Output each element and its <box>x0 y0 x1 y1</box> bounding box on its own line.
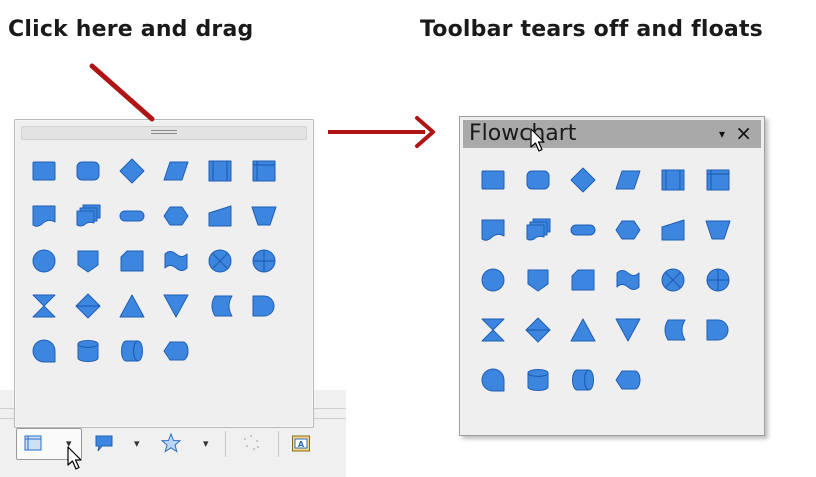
flowchart-direct-access-storage-icon[interactable] <box>570 367 615 417</box>
flowchart-data-icon[interactable] <box>163 158 207 203</box>
flowchart-extract-icon[interactable] <box>119 293 163 338</box>
flowchart-multidocument-icon[interactable] <box>75 203 119 248</box>
flowchart-sort-icon[interactable] <box>525 317 570 367</box>
flowchart-manual-input-icon[interactable] <box>660 217 705 267</box>
flowchart-terminator-icon[interactable] <box>119 203 163 248</box>
flowchart-internal-storage-icon[interactable] <box>251 158 295 203</box>
flowchart-punched-tape-icon[interactable] <box>163 248 207 293</box>
flowchart-summing-junction-icon[interactable] <box>660 267 705 317</box>
flowchart-decision-icon[interactable] <box>119 158 163 203</box>
flowchart-card-icon[interactable] <box>570 267 615 317</box>
flowchart-delay-icon[interactable] <box>705 317 750 367</box>
grip-icon <box>151 130 177 136</box>
close-button[interactable]: × <box>735 121 752 145</box>
flowchart-or-icon[interactable] <box>705 267 750 317</box>
flowchart-summing-junction-icon[interactable] <box>207 248 251 293</box>
caption-tears-off: Toolbar tears off and floats <box>420 17 763 42</box>
flowchart-predefined-process-icon[interactable] <box>660 167 705 217</box>
flowchart-magnetic-disc-icon[interactable] <box>75 338 119 383</box>
flowchart-process-icon[interactable] <box>31 158 75 203</box>
flowchart-extract-icon[interactable] <box>570 317 615 367</box>
floating-shape-grid <box>480 167 750 417</box>
flowchart-sequential-access-icon[interactable] <box>31 338 75 383</box>
flowchart-alternate-process-icon[interactable] <box>75 158 119 203</box>
flowchart-or-icon[interactable] <box>251 248 295 293</box>
callout-icon[interactable] <box>93 432 115 454</box>
flowchart-card-icon[interactable] <box>119 248 163 293</box>
flowchart-terminator-icon[interactable] <box>570 217 615 267</box>
star-icon[interactable] <box>160 432 182 454</box>
flowchart-preparation-icon[interactable] <box>615 217 660 267</box>
mouse-cursor-icon <box>67 446 82 470</box>
flowchart-punched-tape-icon[interactable] <box>615 267 660 317</box>
points-icon[interactable] <box>240 432 262 454</box>
flowchart-stored-data-icon[interactable] <box>660 317 705 367</box>
flowchart-document-icon[interactable] <box>480 217 525 267</box>
flowchart-magnetic-disc-icon[interactable] <box>525 367 570 417</box>
drag-arrow-head <box>415 116 435 148</box>
flowchart-off-page-connector-icon[interactable] <box>75 248 119 293</box>
floating-title: Flowchart <box>469 121 577 146</box>
toolbar-menu-button[interactable]: ▾ <box>719 127 725 141</box>
flowchart-collate-icon[interactable] <box>480 317 525 367</box>
flowchart-collate-icon[interactable] <box>31 293 75 338</box>
flowchart-manual-input-icon[interactable] <box>207 203 251 248</box>
flowchart-manual-operation-icon[interactable] <box>705 217 750 267</box>
flowchart-sort-icon[interactable] <box>75 293 119 338</box>
flowchart-merge-icon[interactable] <box>163 293 207 338</box>
flowchart-display-icon[interactable] <box>163 338 207 383</box>
flowchart-connector-icon[interactable] <box>31 248 75 293</box>
docked-flowchart-panel <box>14 119 314 428</box>
tear-off-drag-handle[interactable] <box>21 126 307 140</box>
flowchart-sequential-access-icon[interactable] <box>480 367 525 417</box>
callout-dropdown-arrow[interactable]: ▾ <box>134 437 140 450</box>
flowchart-data-icon[interactable] <box>615 167 660 217</box>
floating-titlebar[interactable]: Flowchart ▾ × <box>463 120 761 148</box>
flowchart-display-icon[interactable] <box>615 367 660 417</box>
docked-shape-grid <box>31 158 295 383</box>
flowchart-delay-icon[interactable] <box>251 293 295 338</box>
toolbar-separator <box>278 431 279 457</box>
flowchart-alternate-process-icon[interactable] <box>525 167 570 217</box>
floating-flowchart-toolbar: Flowchart ▾ × <box>459 116 765 436</box>
flowchart-predefined-process-icon[interactable] <box>207 158 251 203</box>
svg-text:A: A <box>298 440 305 449</box>
mouse-cursor-icon <box>530 128 545 152</box>
flowchart-icon[interactable] <box>22 432 44 454</box>
flowchart-manual-operation-icon[interactable] <box>251 203 295 248</box>
pointer-line <box>89 63 155 122</box>
flowchart-direct-access-storage-icon[interactable] <box>119 338 163 383</box>
flowchart-decision-icon[interactable] <box>570 167 615 217</box>
text-frame-icon[interactable]: A <box>290 432 312 454</box>
flowchart-multidocument-icon[interactable] <box>525 217 570 267</box>
flowchart-merge-icon[interactable] <box>615 317 660 367</box>
flowchart-process-icon[interactable] <box>480 167 525 217</box>
flowchart-document-icon[interactable] <box>31 203 75 248</box>
caption-click-drag: Click here and drag <box>8 17 254 42</box>
flowchart-connector-icon[interactable] <box>480 267 525 317</box>
flowchart-preparation-icon[interactable] <box>163 203 207 248</box>
flowchart-internal-storage-icon[interactable] <box>705 167 750 217</box>
flowchart-off-page-connector-icon[interactable] <box>525 267 570 317</box>
star-dropdown-arrow[interactable]: ▾ <box>203 437 209 450</box>
toolbar-separator <box>225 431 226 457</box>
flowchart-stored-data-icon[interactable] <box>207 293 251 338</box>
